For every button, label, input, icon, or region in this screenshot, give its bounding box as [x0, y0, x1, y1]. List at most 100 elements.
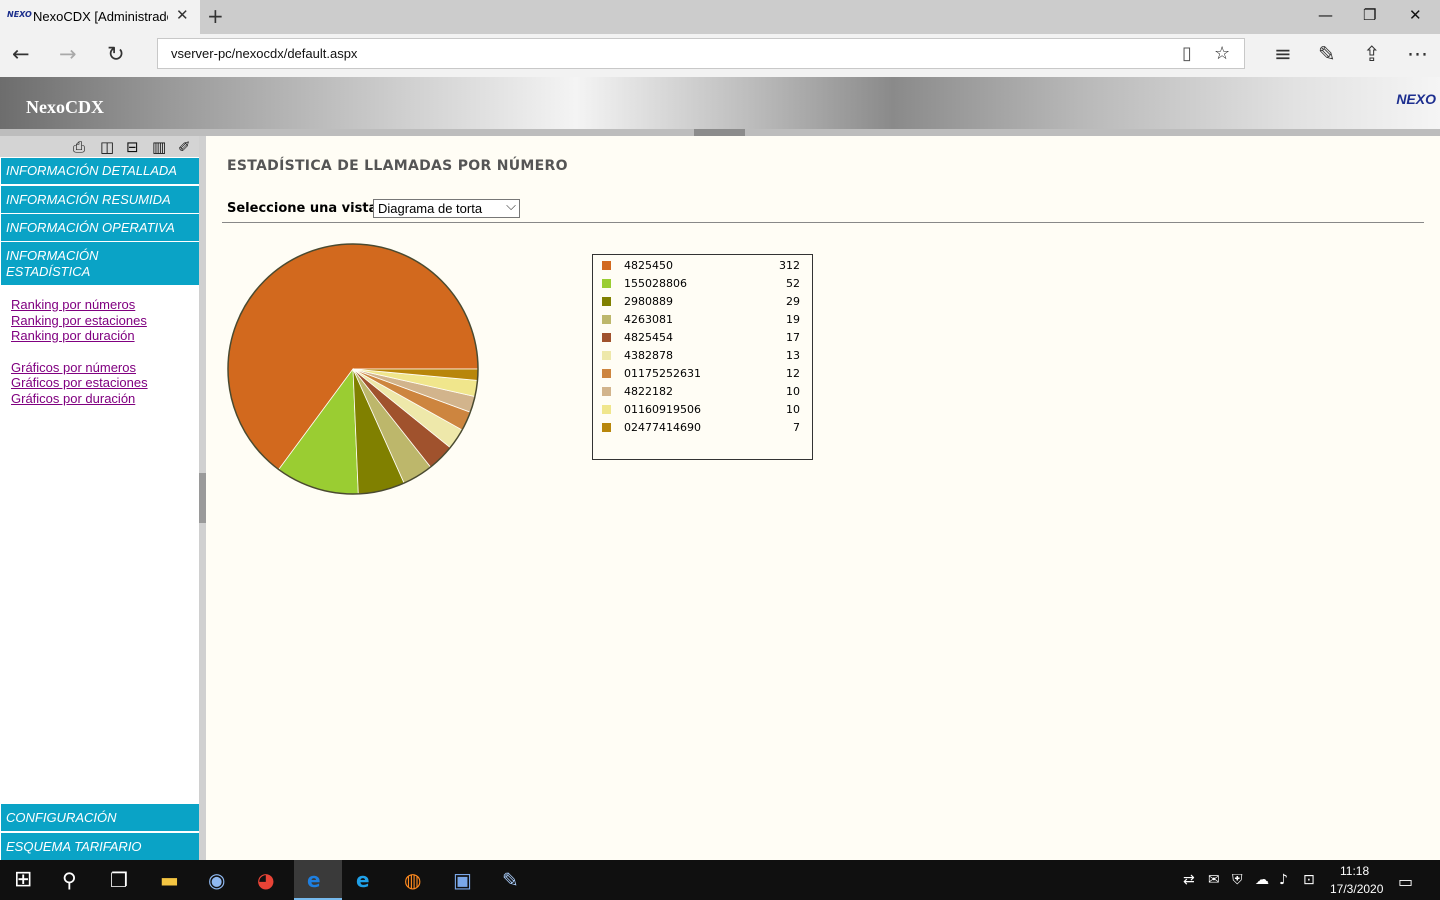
link-ranking-duracion[interactable]: Ranking por duración — [11, 328, 135, 343]
legend-swatch — [602, 297, 611, 306]
app-title: NexoCDX — [26, 97, 104, 117]
legend-swatch — [602, 387, 611, 396]
menu-item-informacion-detallada[interactable]: INFORMACIÓN DETALLADA — [1, 158, 199, 185]
link-graficos-estaciones[interactable]: Gráficos por estaciones — [11, 375, 148, 390]
file-explorer-icon[interactable]: ▬ — [160, 868, 179, 892]
legend-row: 4382878 13 — [593, 347, 812, 365]
books-icon[interactable]: ▥ — [152, 138, 166, 156]
vertical-splitter-handle[interactable] — [199, 473, 206, 523]
left-panel: ⎙ ◫ ⊟ ▥ ✐ INFORMACIÓN DETALLADA INFORMAC… — [0, 136, 200, 860]
tab-title: NexoCDX [Administrador] — [33, 9, 168, 24]
browser-tab-bar: NEXO NexoCDX [Administrador] ✕ + — ❐ ✕ — [0, 0, 1440, 34]
menu-item-informacion-operativa[interactable]: INFORMACIÓN OPERATIVA — [1, 214, 199, 242]
expand-vertical-icon[interactable]: ⊟ — [126, 138, 139, 156]
taskbar: ⊞ ⚲ ❐ ▬ ◉ ◕ e e ◍ ▣ ✎ ⇄ ✉ ⛨ ☁ ♪ ⊡ ▭ — [0, 860, 1440, 900]
legend-row: 4825454 17 — [593, 329, 812, 347]
legend-label: 01160919506 — [624, 403, 701, 416]
pie-chart — [227, 243, 479, 495]
page-title: ESTADÍSTICA DE LLAMADAS POR NÚMERO — [227, 158, 568, 174]
mail-icon[interactable]: ✉ — [1208, 872, 1220, 888]
menu-item-label: INFORMACIÓN ESTADÍSTICA — [6, 248, 99, 279]
web-note-icon[interactable]: ✎ — [1318, 42, 1336, 66]
new-tab-icon[interactable]: + — [207, 4, 224, 28]
favorite-star-icon[interactable]: ☆ — [1214, 43, 1230, 64]
legend-swatch — [602, 261, 611, 270]
legend-row: 155028806 52 — [593, 275, 812, 293]
nexo-logo: NEXO — [1396, 91, 1436, 107]
browser-tab[interactable]: NEXO NexoCDX [Administrador] ✕ — [0, 0, 200, 34]
legend-label: 4263081 — [624, 313, 673, 326]
back-icon[interactable]: ← — [12, 42, 30, 66]
legend-label: 4825450 — [624, 259, 673, 272]
link-ranking-numeros[interactable]: Ranking por números — [11, 297, 135, 312]
security-shield-icon[interactable]: ⛨ — [1232, 872, 1243, 888]
restore-icon[interactable]: ❐ — [1363, 6, 1376, 24]
expand-horizontal-icon[interactable]: ◫ — [100, 138, 114, 156]
view-select[interactable]: Diagrama de torta ⌵ — [373, 199, 520, 218]
legend-swatch — [602, 423, 611, 432]
link-ranking-estaciones[interactable]: Ranking por estaciones — [11, 313, 147, 328]
edge-icon[interactable]: e — [307, 868, 321, 892]
internet-explorer-icon[interactable]: e — [356, 868, 370, 892]
notifications-icon[interactable]: ▭ — [1398, 872, 1413, 891]
legend-row: 2980889 29 — [593, 293, 812, 311]
search-icon[interactable]: ⚲ — [62, 868, 77, 892]
menu-item-configuracion[interactable]: CONFIGURACIÓN — [1, 804, 199, 832]
legend-value: 13 — [786, 349, 800, 362]
forward-icon[interactable]: → — [59, 42, 77, 66]
cloud-icon[interactable]: ☁ — [1255, 872, 1269, 888]
link-graficos-duracion[interactable]: Gráficos por duración — [11, 391, 135, 406]
legend-row: 01160919506 10 — [593, 401, 812, 419]
clock-time[interactable]: 11:18 — [1340, 864, 1369, 878]
legend-label: 02477414690 — [624, 421, 701, 434]
left-toolbar: ⎙ ◫ ⊟ ▥ ✐ — [0, 136, 199, 157]
legend-label: 4825454 — [624, 331, 673, 344]
remote-desktop-icon[interactable]: ▣ — [453, 868, 472, 892]
volume-icon[interactable]: ♪ — [1279, 872, 1288, 888]
network-icon[interactable]: ⊡ — [1303, 872, 1315, 888]
legend-value: 312 — [779, 259, 800, 272]
menu-item-label: CONFIGURACIÓN — [6, 810, 117, 825]
link-graficos-numeros[interactable]: Gráficos por números — [11, 360, 136, 375]
close-window-icon[interactable]: ✕ — [1409, 6, 1422, 24]
legend-value: 19 — [786, 313, 800, 326]
menu-item-informacion-resumida[interactable]: INFORMACIÓN RESUMIDA — [1, 186, 199, 214]
legend-label: 155028806 — [624, 277, 687, 290]
paint-icon[interactable]: ✎ — [502, 868, 519, 892]
url-text: vserver-pc/nexocdx/default.aspx — [171, 46, 358, 61]
app-header: NexoCDX NEXO — [0, 77, 1440, 129]
legend-swatch — [602, 333, 611, 342]
legend-swatch — [602, 279, 611, 288]
minimize-icon[interactable]: — — [1318, 6, 1333, 24]
firefox-icon[interactable]: ◍ — [404, 868, 421, 892]
windows-start-icon[interactable]: ⊞ — [14, 867, 32, 892]
outlook-icon[interactable]: ◉ — [208, 868, 225, 892]
close-tab-icon[interactable]: ✕ — [176, 6, 189, 24]
print-icon[interactable]: ⎙ — [73, 138, 85, 156]
notes-icon[interactable]: ✐ — [178, 138, 191, 156]
refresh-icon[interactable]: ↻ — [107, 42, 125, 66]
more-icon[interactable]: ⋯ — [1407, 42, 1428, 66]
reading-view-icon[interactable]: ▯ — [1182, 43, 1192, 64]
hub-icon[interactable]: ≡ — [1274, 42, 1292, 66]
top-splitter-handle[interactable] — [694, 129, 745, 136]
chrome-icon[interactable]: ◕ — [257, 868, 274, 892]
legend-swatch — [602, 405, 611, 414]
divider — [222, 222, 1424, 223]
menu-item-label: ESQUEMA TARIFARIO — [6, 839, 142, 854]
menu-item-esquema-tarifario[interactable]: ESQUEMA TARIFARIO — [1, 833, 199, 860]
legend-row: 01175252631 12 — [593, 365, 812, 383]
legend-label: 01175252631 — [624, 367, 701, 380]
legend-value: 10 — [786, 385, 800, 398]
menu-item-label: INFORMACIÓN DETALLADA — [6, 163, 177, 178]
legend-swatch — [602, 351, 611, 360]
view-select-label: Seleccione una vista: — [227, 201, 383, 216]
teamviewer-icon[interactable]: ⇄ — [1183, 872, 1195, 888]
clock-date[interactable]: 17/3/2020 — [1330, 882, 1383, 896]
task-view-icon[interactable]: ❐ — [110, 868, 128, 892]
share-icon[interactable]: ⇪ — [1363, 42, 1381, 66]
legend-value: 52 — [786, 277, 800, 290]
legend-row: 4825450 312 — [593, 257, 812, 275]
menu-item-informacion-estadistica[interactable]: INFORMACIÓN ESTADÍSTICA — [1, 242, 199, 286]
address-bar[interactable]: vserver-pc/nexocdx/default.aspx ▯ ☆ — [157, 38, 1245, 69]
